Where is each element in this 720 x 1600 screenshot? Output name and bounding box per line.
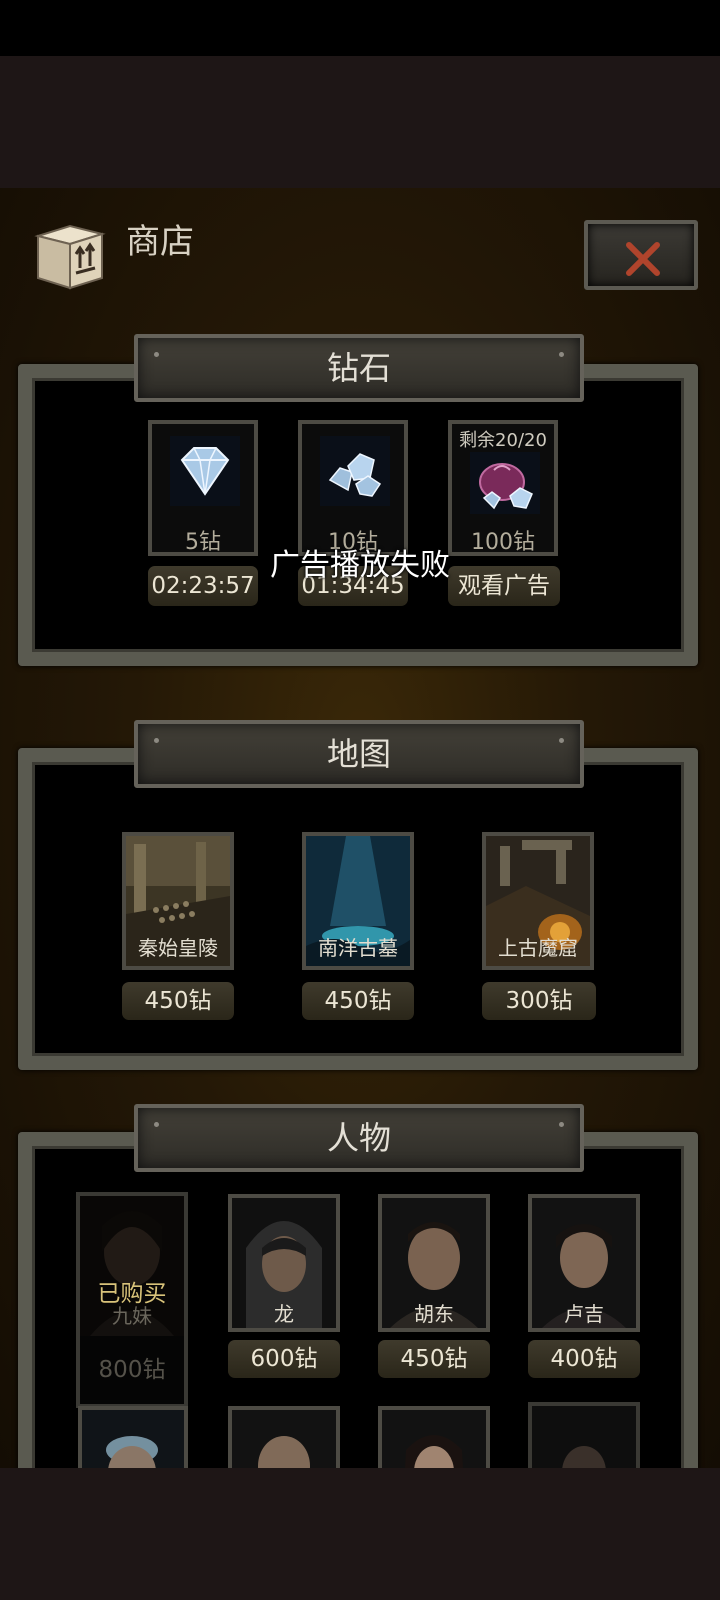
character-item-row2-4[interactable] (528, 1402, 640, 1468)
character-portrait (82, 1410, 184, 1468)
character-price-button[interactable]: 450钻 (378, 1340, 490, 1378)
map-item-shanggu[interactable]: 上古魔窟 (482, 832, 594, 970)
diamond-section-title: 钻石 (134, 334, 584, 402)
top-band (0, 56, 720, 188)
shop-panel: 商店 钻石 5钻 02:23:57 10钻 01:34:45 剩余20/20 1… (0, 188, 720, 1468)
character-item-label: 卢吉 (564, 1302, 604, 1326)
character-portrait (232, 1410, 336, 1468)
character-item-label: 龙 (274, 1302, 294, 1326)
diamond-bag-icon (470, 452, 540, 514)
diamond-item-100[interactable]: 剩余20/20 100钻 (448, 420, 558, 556)
status-bar (0, 0, 720, 56)
shop-header: 商店 (0, 188, 720, 308)
map-price-button[interactable]: 450钻 (302, 982, 414, 1020)
map-item-label: 秦始皇陵 (138, 936, 218, 960)
character-item-row2-3[interactable] (378, 1406, 490, 1468)
map-item-label: 上古魔窟 (498, 936, 578, 960)
character-item-row2-1[interactable] (78, 1406, 188, 1468)
character-item-label: 九妹 (112, 1304, 152, 1328)
character-section-title: 人物 (134, 1104, 584, 1172)
close-icon (626, 242, 660, 276)
toast-message: 广告播放失败 (270, 548, 450, 583)
remaining-count: 剩余20/20 (459, 430, 547, 451)
character-item-jiumei[interactable]: 已购买 九妹 800钻 (76, 1192, 188, 1408)
map-price-button[interactable]: 300钻 (482, 982, 596, 1020)
shop-title: 商店 (126, 222, 194, 262)
character-item-luji[interactable]: 卢吉 (528, 1194, 640, 1332)
character-price-disabled: 800钻 (98, 1357, 166, 1383)
map-item-qinshihuang[interactable]: 秦始皇陵 (122, 832, 234, 970)
diamond-pile-icon (320, 436, 390, 506)
map-item-nanyang[interactable]: 南洋古墓 (302, 832, 414, 970)
map-price-button[interactable]: 450钻 (122, 982, 234, 1020)
character-item-hudong[interactable]: 胡东 (378, 1194, 490, 1332)
close-button[interactable] (584, 220, 698, 290)
diamond-small-icon (170, 436, 240, 506)
character-price-button[interactable]: 600钻 (228, 1340, 340, 1378)
diamond-item-5[interactable]: 5钻 (148, 420, 258, 556)
diamond-item-10[interactable]: 10钻 (298, 420, 408, 556)
character-price-button[interactable]: 400钻 (528, 1340, 640, 1378)
map-item-label: 南洋古墓 (318, 936, 398, 960)
map-section-title: 地图 (134, 720, 584, 788)
character-item-label: 胡东 (414, 1302, 454, 1326)
character-portrait (532, 1406, 636, 1468)
character-item-long[interactable]: 龙 (228, 1194, 340, 1332)
character-portrait (382, 1410, 486, 1468)
bottom-band (0, 1468, 720, 1600)
character-item-row2-2[interactable] (228, 1406, 340, 1468)
box-icon (34, 224, 106, 290)
